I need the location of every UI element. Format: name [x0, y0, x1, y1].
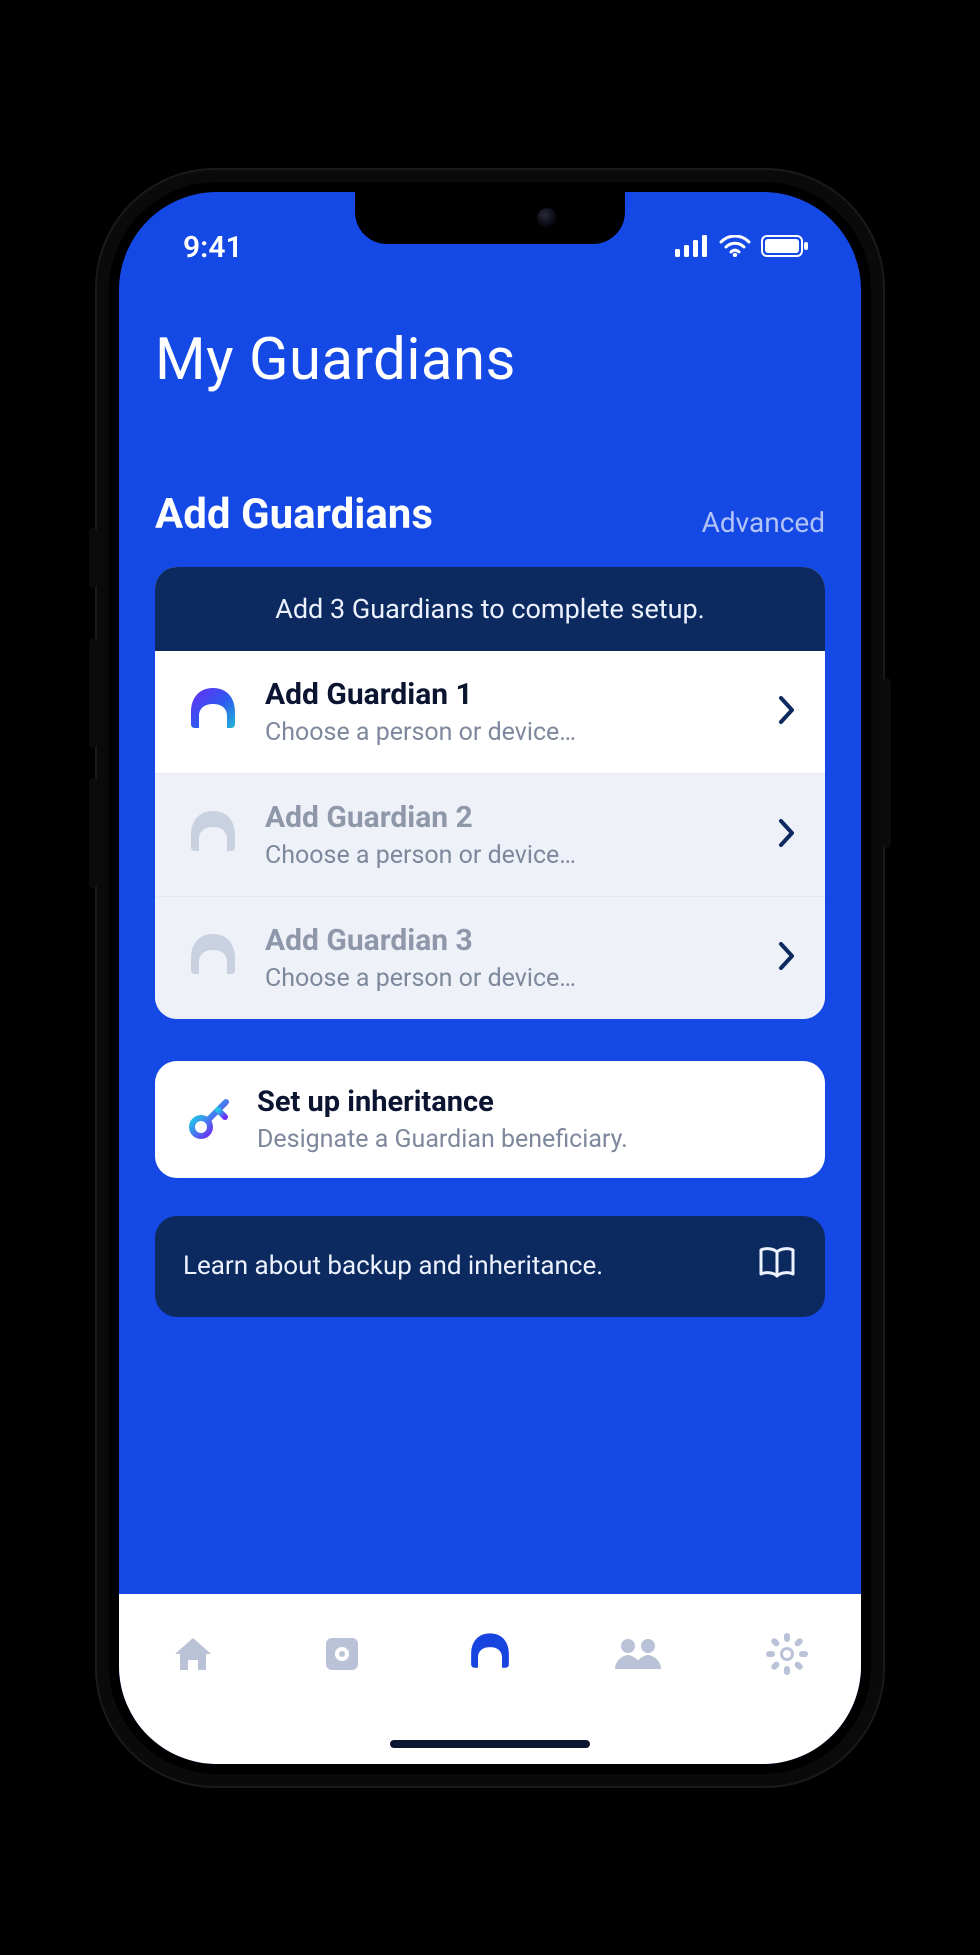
- inheritance-subtitle: Designate a Guardian beneficiary.: [257, 1125, 797, 1154]
- inheritance-title: Set up inheritance: [257, 1085, 797, 1119]
- page-title: My Guardians: [155, 326, 825, 394]
- book-icon: [757, 1246, 797, 1287]
- chevron-right-icon: [777, 817, 797, 853]
- tab-bar: [119, 1594, 861, 1764]
- tab-vault[interactable]: [312, 1624, 372, 1684]
- volume-down-button: [89, 778, 97, 888]
- inheritance-card[interactable]: Set up inheritance Designate a Guardian …: [155, 1061, 825, 1178]
- tab-settings[interactable]: [757, 1624, 817, 1684]
- home-indicator[interactable]: [390, 1740, 590, 1748]
- guardian-row-title: Add Guardian 3: [265, 923, 755, 958]
- guardian-helmet-icon: [183, 805, 243, 865]
- chevron-right-icon: [777, 940, 797, 976]
- guardian-row-1[interactable]: Add Guardian 1 Choose a person or device…: [155, 651, 825, 773]
- guardian-row-subtitle: Choose a person or device…: [265, 964, 755, 993]
- guardian-row-2[interactable]: Add Guardian 2 Choose a person or device…: [155, 773, 825, 896]
- screen: 9:41 My Guardians: [119, 192, 861, 1764]
- advanced-link[interactable]: Advanced: [702, 506, 825, 539]
- notch: [355, 192, 625, 244]
- key-icon: [183, 1093, 235, 1145]
- guardian-row-subtitle: Choose a person or device…: [265, 718, 755, 747]
- guardian-row-title: Add Guardian 2: [265, 800, 755, 835]
- guardian-row-title: Add Guardian 1: [265, 677, 755, 712]
- guardian-row-subtitle: Choose a person or device…: [265, 841, 755, 870]
- wifi-icon: [719, 230, 751, 265]
- section-title: Add Guardians: [155, 490, 433, 539]
- learn-text: Learn about backup and inheritance.: [183, 1251, 603, 1281]
- tab-people[interactable]: [608, 1624, 668, 1684]
- status-time: 9:41: [163, 230, 243, 265]
- cellular-icon: [675, 230, 709, 265]
- phone-frame: 9:41 My Guardians: [95, 168, 885, 1788]
- guardian-row-3[interactable]: Add Guardian 3 Choose a person or device…: [155, 896, 825, 1019]
- chevron-right-icon: [777, 694, 797, 730]
- setup-banner: Add 3 Guardians to complete setup.: [155, 567, 825, 651]
- power-button: [883, 678, 891, 848]
- tab-guardians[interactable]: [460, 1624, 520, 1684]
- learn-banner[interactable]: Learn about backup and inheritance.: [155, 1216, 825, 1317]
- guardian-helmet-icon: [183, 682, 243, 742]
- guardians-card: Add 3 Guardians to complete setup.: [155, 567, 825, 1019]
- battery-icon: [761, 230, 809, 265]
- volume-up-button: [89, 638, 97, 748]
- mute-switch: [89, 528, 97, 588]
- tab-home[interactable]: [163, 1624, 223, 1684]
- guardian-helmet-icon: [183, 928, 243, 988]
